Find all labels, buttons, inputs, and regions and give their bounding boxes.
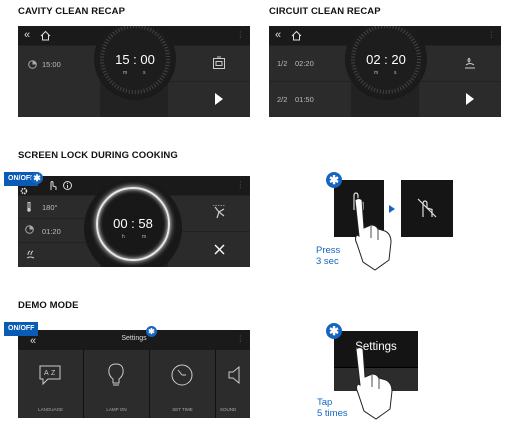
language-icon: AZ <box>39 365 61 386</box>
home-icon[interactable] <box>291 30 302 41</box>
time-value: 01:20 <box>42 227 61 236</box>
clock-icon <box>25 225 34 234</box>
unit-minutes: m <box>374 70 379 76</box>
info-icon[interactable] <box>63 181 72 190</box>
cooking-screen: ⋮ 180° 01:20 00 : 58 h m <box>18 176 250 267</box>
clock-icon <box>171 364 193 386</box>
start-button[interactable] <box>419 82 501 117</box>
home-icon[interactable] <box>40 30 51 41</box>
lock-zoom-after <box>401 180 453 237</box>
left-panel: 15:00 <box>18 46 100 117</box>
start-time: 15:00 <box>42 60 61 69</box>
unit-seconds: s <box>394 70 397 76</box>
unit-seconds: s <box>143 70 146 76</box>
press-line-2: 3 sec <box>316 256 339 267</box>
tile-lamp-label: LAMP ON <box>106 407 127 412</box>
oven-cavity-icon <box>213 56 225 69</box>
play-icon <box>466 93 474 105</box>
tile-lamp-on[interactable]: LAMP ON <box>84 350 150 418</box>
back-icon[interactable]: « <box>275 29 281 41</box>
tile-language-label: LANGUAGE <box>37 407 63 412</box>
on-off-badge: ON/OFF <box>4 322 39 336</box>
tile-sound-label: SOUND <box>220 407 237 412</box>
tile-set-time-label: SET TIME <box>172 407 193 412</box>
right-panel-top <box>419 46 501 81</box>
fan-icon <box>213 205 225 219</box>
menu-icon[interactable]: ⋮ <box>237 334 245 343</box>
arrow-right-icon <box>389 205 395 213</box>
tap-line-1: Tap <box>317 397 333 408</box>
timer-value: 00 : 58 <box>113 216 153 231</box>
right-panel-top <box>168 46 250 81</box>
thermometer-icon <box>27 202 31 212</box>
menu-icon[interactable]: ⋮ <box>237 180 245 189</box>
step-2-label: 2/2 <box>277 95 288 104</box>
timer-value: 15 : 00 <box>115 52 155 67</box>
step-2-time: 01:50 <box>295 95 314 104</box>
timer-dial: 02 : 20 m s <box>345 26 427 100</box>
tile-set-time[interactable]: SET TIME <box>150 350 216 418</box>
top-bar: Settings ⋮ <box>18 330 250 349</box>
unit-hours: h <box>122 234 125 240</box>
back-icon[interactable]: « <box>30 335 36 347</box>
timer-dial: 15 : 00 m s <box>94 26 176 100</box>
lamp-icon <box>108 363 124 386</box>
speaker-icon <box>228 366 240 384</box>
finger-tap-icon <box>355 347 393 420</box>
back-icon[interactable]: « <box>24 29 30 41</box>
heading-circuit-clean-recap: CIRCUIT CLEAN RECAP <box>269 6 381 17</box>
start-button[interactable] <box>168 82 250 117</box>
step-1-label: 1/2 <box>277 59 288 68</box>
tile-language[interactable]: AZ LANGUAGE <box>18 350 84 418</box>
step-2-row: 2/2 01:50 <box>269 82 351 117</box>
hand-lock-icon[interactable] <box>48 180 58 191</box>
timer-value: 02 : 20 <box>366 52 406 67</box>
steam-icon <box>26 250 35 259</box>
heading-screen-lock: SCREEN LOCK DURING COOKING <box>18 150 178 161</box>
heading-demo-mode: DEMO MODE <box>18 300 79 311</box>
asterisk-icon: ✱ <box>326 172 342 188</box>
play-icon <box>215 93 223 105</box>
menu-icon[interactable]: ⋮ <box>488 30 496 39</box>
water-circuit-icon <box>465 57 475 69</box>
asterisk-icon: ✱ <box>146 326 157 337</box>
asterisk-icon: ✱ <box>326 323 342 339</box>
asterisk-icon: ✱ <box>31 172 43 184</box>
hand-lock-crossed-icon <box>417 198 437 218</box>
unit-minutes: m <box>123 70 128 76</box>
menu-icon[interactable]: ⋮ <box>237 30 245 39</box>
step-1-time: 02:20 <box>295 59 314 68</box>
temperature-value: 180° <box>42 203 58 212</box>
tap-instruction: Tap 5 times <box>317 397 348 419</box>
tap-line-2: 5 times <box>317 408 348 419</box>
close-icon <box>214 244 225 255</box>
settings-screen: Settings ⋮ AZ LANGUAGE LAMP ON SET TIME … <box>18 330 250 418</box>
clock-icon <box>28 60 37 69</box>
cavity-clean-screen: « ⋮ 15:00 15 : 00 m s <box>18 26 250 117</box>
tile-sound[interactable]: SOUND <box>216 350 250 418</box>
heading-cavity-clean-recap: CAVITY CLEAN RECAP <box>18 6 126 17</box>
step-1-row: 1/2 02:20 <box>269 46 351 81</box>
unit-minutes: m <box>142 234 147 240</box>
svg-text:Z: Z <box>51 370 56 377</box>
press-line-1: Press <box>316 245 341 256</box>
timer-dial: 00 : 58 h m <box>84 179 182 267</box>
gear-icon[interactable] <box>20 187 28 195</box>
svg-text:A: A <box>44 370 49 377</box>
press-instruction: Press 3 sec <box>316 245 340 267</box>
circuit-clean-screen: « ⋮ 1/2 02:20 2/2 01:50 02 : 20 m s <box>269 26 501 117</box>
